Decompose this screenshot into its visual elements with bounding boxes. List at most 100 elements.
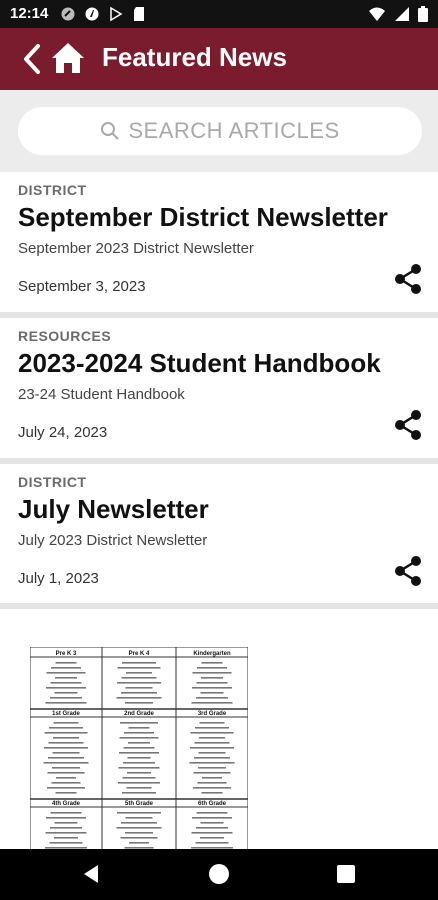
thumbnail-text-line <box>118 782 160 784</box>
article-title: September District Newsletter <box>18 202 388 232</box>
thumbnail-text-line <box>123 747 155 749</box>
thumbnail-text-line <box>50 827 82 829</box>
thumbnail-text-line <box>117 667 161 669</box>
search-input[interactable]: SEARCH ARTICLES <box>18 107 422 155</box>
thumbnail-text-line <box>116 827 162 829</box>
thumbnail-text-line <box>127 757 151 759</box>
thumbnail-text-line <box>125 832 153 834</box>
thumbnail-text-line <box>122 792 156 794</box>
thumbnail-text-line <box>201 662 223 664</box>
thumbnail-text-line <box>56 777 76 779</box>
search-area: SEARCH ARTICLES <box>0 90 438 172</box>
nav-home-icon[interactable] <box>209 864 229 884</box>
thumbnail-text-line <box>55 662 77 664</box>
status-time: 12:14 <box>10 5 49 22</box>
thumbnail-text-line <box>127 772 151 774</box>
thumbnail-text-line <box>50 682 82 684</box>
thumbnail-text-line <box>191 702 233 704</box>
thumbnail-text-line <box>200 822 224 824</box>
thumbnail-text-line <box>53 722 79 724</box>
thumbnail-text-line <box>200 837 224 839</box>
thumbnail-text-line <box>116 697 162 699</box>
thumbnail-text-line <box>128 727 150 729</box>
thumbnail-text-line <box>51 667 81 669</box>
thumbnail-text-line <box>55 792 77 794</box>
thumbnail-text-line <box>46 672 86 674</box>
article-title: 2023-2024 Student Handbook <box>18 348 381 378</box>
article-subtitle: July 2023 District Newsletter <box>18 532 208 549</box>
grade-header: Pre K 4 <box>129 651 150 657</box>
thumbnail-text-line <box>193 772 231 774</box>
thumbnail-text-line <box>52 752 80 754</box>
thumbnail-text-line <box>45 702 87 704</box>
system-nav-bar <box>0 849 438 900</box>
back-arrow-icon[interactable] <box>18 42 46 76</box>
nav-recents-icon[interactable] <box>337 865 355 883</box>
thumbnail-text-line <box>201 792 223 794</box>
thumbnail-text-line <box>126 787 152 789</box>
sd-card-icon <box>134 7 144 21</box>
thumbnail-text-line <box>195 842 229 844</box>
thumbnail-text-line <box>190 747 234 749</box>
thumbnail-text-line <box>120 722 158 724</box>
article-image-card[interactable]: Pre K 3 Pre K 4 Kindergarten 1st Grade 2… <box>0 609 438 849</box>
notification-icons <box>60 6 146 22</box>
share-icon[interactable] <box>394 410 422 440</box>
thumbnail-text-line <box>194 757 230 759</box>
grade-header: 3rd Grade <box>198 711 227 717</box>
thumbnail-text-line <box>128 742 150 744</box>
thumbnail-text-line <box>122 777 156 779</box>
thumbnail-text-line <box>47 772 85 774</box>
grade-header: 5th Grade <box>125 801 154 807</box>
thumbnail-text-line <box>194 742 230 744</box>
article-card[interactable]: DISTRICT September District Newsletter S… <box>0 172 438 312</box>
thumbnail-text-line <box>195 727 229 729</box>
share-icon[interactable] <box>394 556 422 586</box>
thumbnail-text-line <box>46 817 86 819</box>
share-icon[interactable] <box>394 264 422 294</box>
thumbnail-text-line <box>124 732 154 734</box>
thumbnail-text-line <box>197 782 227 784</box>
grade-header: 1st Grade <box>52 711 80 717</box>
thumbnail-text-line <box>196 682 228 684</box>
page-title: Featured News <box>102 42 287 72</box>
thumbnail-text-line <box>126 672 152 674</box>
thumbnail-text-line <box>191 832 233 834</box>
thumbnail-text-line <box>125 817 153 819</box>
thumbnail-text-line <box>201 677 223 679</box>
thumbnail-text-line <box>123 762 155 764</box>
thumbnail-text-line <box>121 692 157 694</box>
article-card[interactable]: DISTRICT July Newsletter July 2023 Distr… <box>0 464 438 604</box>
thumbnail-text-line <box>198 752 226 754</box>
thumbnail-text-line <box>193 787 231 789</box>
app-bar: Featured News <box>0 28 438 90</box>
thumbnail-text-line <box>120 837 158 839</box>
battery-icon <box>418 6 428 22</box>
supply-list-thumbnail: Pre K 3 Pre K 4 Kindergarten 1st Grade 2… <box>30 647 248 849</box>
search-icon <box>101 122 120 140</box>
article-title: July Newsletter <box>18 494 209 524</box>
thumbnail-text-line <box>54 692 78 694</box>
article-date: July 24, 2023 <box>18 424 108 441</box>
article-date: July 1, 2023 <box>18 570 99 587</box>
thumbnail-text-line <box>50 697 82 699</box>
nav-back-icon[interactable] <box>82 864 100 884</box>
thumbnail-text-line <box>54 837 78 839</box>
thumbnail-text-line <box>47 787 85 789</box>
article-category: RESOURCES <box>18 328 112 344</box>
article-subtitle: September 2023 District Newsletter <box>18 240 254 257</box>
thumbnail-text-line <box>196 827 228 829</box>
thumbnail-text-line <box>50 812 82 814</box>
thumbnail-text-line <box>53 737 79 739</box>
thumbnail-text-line <box>192 687 232 689</box>
thumbnail-text-line <box>198 767 226 769</box>
thumbnail-text-line <box>44 732 88 734</box>
thumbnail-text-line <box>189 762 235 764</box>
thumbnail-text-line <box>192 672 232 674</box>
grade-header: Kindergarten <box>193 651 231 657</box>
play-store-icon <box>110 6 123 22</box>
article-date: September 3, 2023 <box>18 278 146 295</box>
article-card[interactable]: RESOURCES 2023-2024 Student Handbook 23-… <box>0 318 438 458</box>
thumbnail-text-line <box>196 697 228 699</box>
home-icon[interactable] <box>50 40 86 76</box>
